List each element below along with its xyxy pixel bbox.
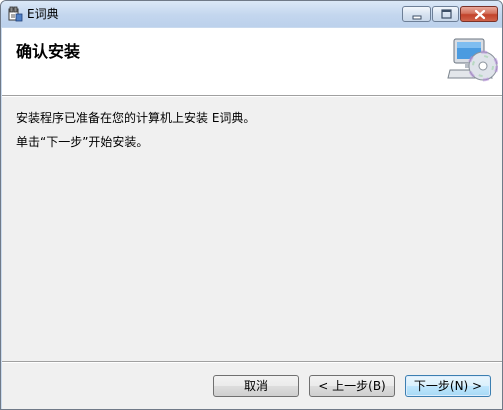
ready-message: 安装程序已准备在您的计算机上安装 E词典。 (16, 111, 256, 125)
wizard-content: 安装程序已准备在您的计算机上安装 E词典。 单击“下一步”开始安装。 (2, 97, 502, 361)
window-title: E词典 (27, 7, 59, 21)
wizard-footer: 取消 < 上一步(B) 下一步(N) > (2, 363, 502, 409)
next-button[interactable]: 下一步(N) > (405, 375, 491, 397)
wizard-header: 确认安装 (2, 28, 502, 95)
close-button[interactable] (460, 6, 498, 22)
computer-cd-icon (446, 36, 499, 84)
installer-window: E词典 确认安装 安装程序已准备在您的计算机上安装 E词典。 单击“下一步”开始… (0, 0, 503, 410)
maximize-icon (441, 9, 452, 19)
cancel-button[interactable]: 取消 (213, 375, 299, 397)
title-bar[interactable]: E词典 (1, 1, 502, 27)
minimize-icon (412, 15, 422, 20)
page-title: 确认安装 (16, 42, 81, 61)
close-icon (474, 9, 486, 20)
back-button[interactable]: < 上一步(B) (309, 375, 395, 397)
instruction-message: 单击“下一步”开始安装。 (16, 135, 149, 149)
installer-icon (7, 6, 23, 22)
maximize-button[interactable] (432, 6, 459, 22)
minimize-button[interactable] (402, 6, 431, 22)
